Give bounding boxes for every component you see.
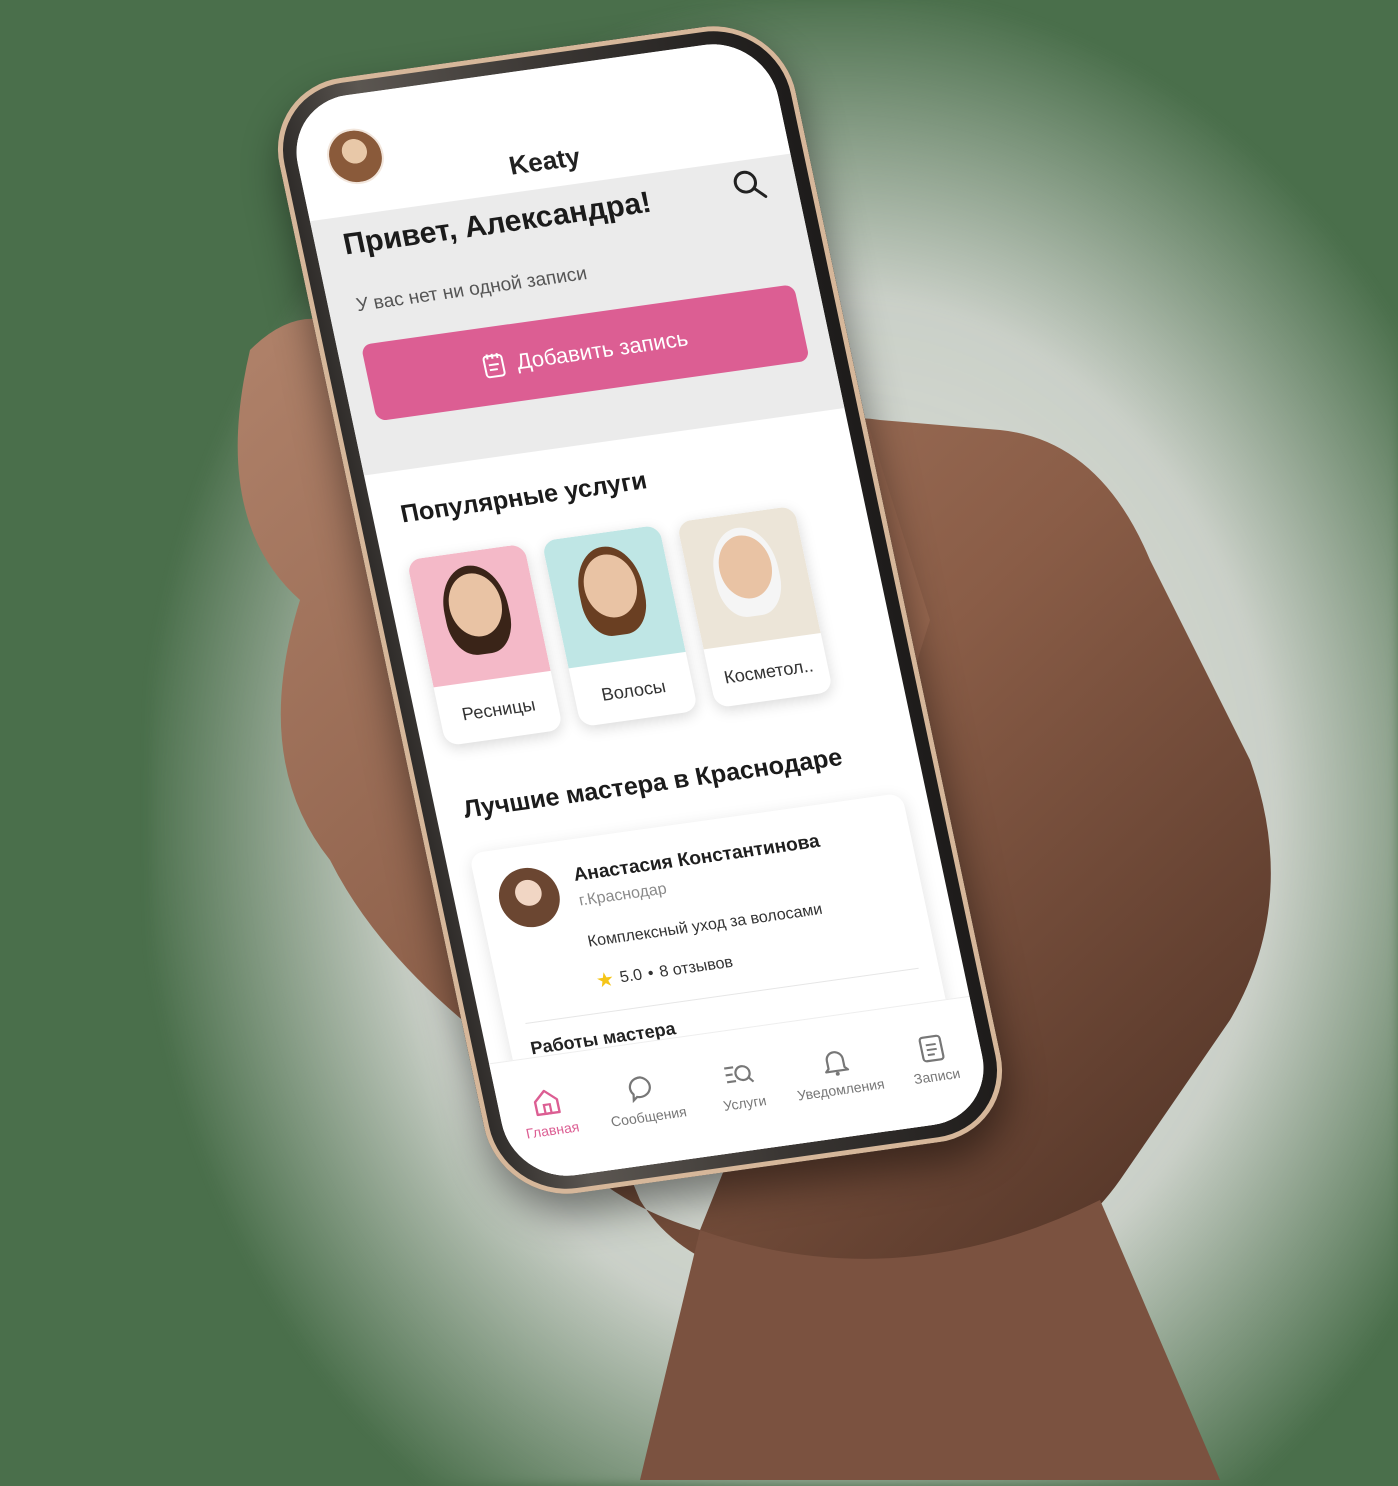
tab-home[interactable]: Главная xyxy=(498,1081,600,1145)
notepad-icon xyxy=(918,1034,945,1063)
service-label: Волосы xyxy=(599,676,668,705)
tab-label: Услуги xyxy=(721,1092,768,1114)
master-avatar xyxy=(493,864,566,932)
rating-separator: • xyxy=(646,964,656,982)
tab-notifications[interactable]: Уведомления xyxy=(786,1040,888,1104)
service-card[interactable]: Волосы xyxy=(541,524,699,728)
tab-label: Главная xyxy=(524,1118,581,1142)
popular-services-title: Популярные услуги xyxy=(398,466,650,529)
tab-label: Записи xyxy=(912,1064,962,1088)
chat-icon xyxy=(629,1076,652,1104)
tab-records[interactable]: Записи xyxy=(882,1027,984,1091)
master-name: Анастасия Константинова xyxy=(571,830,822,886)
tab-label: Сообщения xyxy=(609,1103,689,1130)
master-rating: ★ 5.0 • 8 отзывов xyxy=(594,950,736,994)
service-image xyxy=(541,524,686,669)
service-card[interactable]: Косметол.. xyxy=(676,505,834,709)
star-icon: ★ xyxy=(594,968,617,993)
tab-messages[interactable]: Сообщения xyxy=(594,1067,696,1131)
bell-icon xyxy=(824,1051,849,1076)
service-card[interactable]: Ресницы xyxy=(406,543,564,747)
master-city: г.Краснодар xyxy=(577,880,669,910)
home-icon xyxy=(534,1089,562,1117)
reviews-count: 8 отзывов xyxy=(657,953,735,981)
tab-label: Уведомления xyxy=(795,1075,886,1104)
rating-value: 5.0 xyxy=(618,966,644,986)
services-search-icon xyxy=(723,1065,755,1084)
service-label: Ресницы xyxy=(460,694,538,725)
service-image xyxy=(676,505,821,650)
popular-services-list: Ресницы Волосы Косметол.. xyxy=(406,505,834,747)
tab-services[interactable]: Услуги xyxy=(690,1054,792,1118)
service-label: Косметол.. xyxy=(722,655,816,688)
notepad-icon xyxy=(482,353,506,379)
master-service: Комплексный уход за волосами xyxy=(586,900,824,951)
search-icon[interactable] xyxy=(729,166,770,204)
add-record-label: Добавить запись xyxy=(513,325,691,375)
service-image xyxy=(406,543,551,688)
